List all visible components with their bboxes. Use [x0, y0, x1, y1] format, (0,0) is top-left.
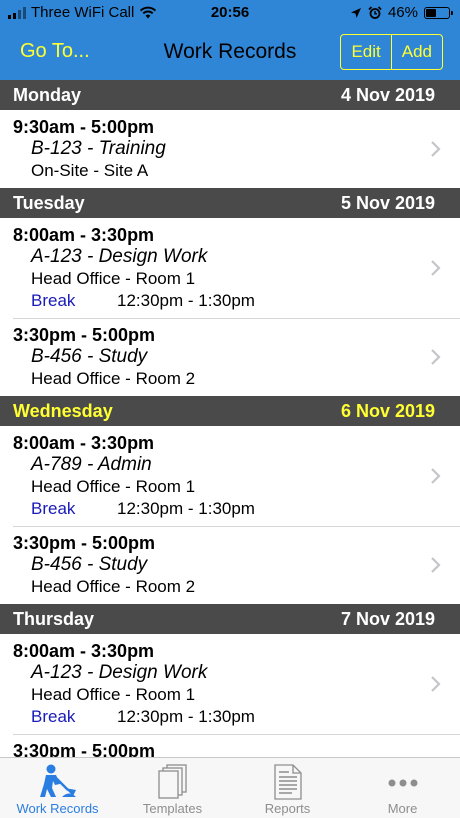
day-date: 6 Nov 2019: [340, 400, 435, 421]
day-header: Tuesday 5 Nov 2019: [0, 188, 460, 218]
tab-more[interactable]: More: [345, 758, 460, 818]
work-record-row[interactable]: 3:30pm - 5:00pm B-456 - Study Head Office …: [0, 318, 460, 396]
work-record-row[interactable]: 3:30pm - 5:00pm: [0, 734, 460, 757]
chevron-right-icon: [431, 349, 441, 365]
record-task: A-789 - Admin: [31, 454, 152, 475]
record-time-range: 3:30pm - 5:00pm: [13, 325, 156, 345]
break-time: 12:30pm - 1:30pm: [117, 499, 255, 518]
day-header: Monday 4 Nov 2019: [0, 80, 460, 110]
tab-bar: Work Records Templates Reports More: [0, 757, 460, 818]
record-break: Break 12:30pm - 1:30pm: [13, 706, 410, 728]
record-location: Head Office - Room 1: [31, 685, 196, 704]
record-task: B-123 - Training: [31, 138, 166, 159]
status-bar: Three WiFi Call 20:56 46%: [0, 0, 460, 26]
chevron-right-icon: [431, 260, 441, 276]
break-time: 12:30pm - 1:30pm: [117, 291, 255, 310]
day-name: Monday: [13, 84, 82, 105]
break-label: Break: [31, 707, 76, 726]
break-label: Break: [31, 291, 76, 310]
record-time-range: 8:00am - 3:30pm: [13, 433, 155, 453]
record-break: Break 12:30pm - 1:30pm: [13, 290, 410, 312]
worker-digging-icon: [39, 764, 76, 797]
day-name: Tuesday: [13, 192, 85, 213]
tab-work-records[interactable]: Work Records: [0, 758, 115, 818]
work-records-list[interactable]: Monday 4 Nov 2019 9:30am - 5:00pm B-123 - T…: [0, 80, 460, 757]
more-dots-icon: [388, 779, 417, 787]
day-date: 7 Nov 2019: [340, 608, 435, 629]
work-record-row[interactable]: 9:30am - 5:00pm B-123 - Training On-Site -…: [0, 110, 460, 188]
record-time-range: 8:00am - 3:30pm: [13, 225, 155, 245]
battery-percent: 46%: [387, 4, 418, 21]
record-task: A-123 - Design Work: [31, 246, 208, 267]
chevron-right-icon: [431, 141, 441, 157]
report-document-icon: [273, 764, 302, 800]
day-date: 5 Nov 2019: [340, 192, 435, 213]
chevron-right-icon: [431, 676, 441, 692]
record-time-range: 3:30pm - 5:00pm: [13, 533, 156, 553]
day-name: Wednesday: [13, 400, 113, 421]
templates-stack-icon: [157, 764, 187, 799]
record-task: B-456 - Study: [31, 346, 148, 367]
record-location: Head Office - Room 2: [31, 577, 196, 596]
record-task: A-123 - Design Work: [31, 662, 208, 683]
navigation-bar: Go To... Work Records Edit Add: [0, 26, 460, 80]
battery-icon: [424, 6, 453, 19]
record-break: Break 12:30pm - 1:30pm: [13, 498, 410, 520]
chevron-right-icon: [431, 468, 441, 484]
edit-add-segmented-control: Edit Add: [340, 34, 443, 70]
record-time-range: 9:30am - 5:00pm: [13, 117, 155, 137]
record-time-range: 8:00am - 3:30pm: [13, 641, 155, 661]
day-date: 4 Nov 2019: [340, 84, 435, 105]
day-header: Thursday 7 Nov 2019: [0, 604, 460, 634]
record-location: Head Office - Room 1: [31, 477, 196, 496]
chevron-right-icon: [431, 557, 441, 573]
edit-button[interactable]: Edit: [341, 35, 390, 69]
work-record-row[interactable]: 8:00am - 3:30pm A-123 - Design Work Head O…: [0, 634, 460, 734]
record-task: B-456 - Study: [31, 554, 148, 575]
day-name: Thursday: [13, 608, 95, 629]
add-button[interactable]: Add: [390, 35, 442, 69]
tab-templates[interactable]: Templates: [115, 758, 230, 818]
break-time: 12:30pm - 1:30pm: [117, 707, 255, 726]
record-location: On-Site - Site A: [31, 161, 149, 180]
tab-label: Work Records: [16, 801, 99, 816]
work-record-row[interactable]: 8:00am - 3:30pm A-123 - Design Work Head O…: [0, 218, 460, 318]
work-record-row[interactable]: 8:00am - 3:30pm A-789 - Admin Head Office …: [0, 426, 460, 526]
day-header: Wednesday 6 Nov 2019: [0, 396, 460, 426]
record-location: Head Office - Room 1: [31, 269, 196, 288]
record-location: Head Office - Room 2: [31, 369, 196, 388]
tab-reports[interactable]: Reports: [230, 758, 345, 818]
location-arrow-icon: [350, 7, 361, 18]
tab-label: Templates: [142, 801, 203, 816]
tab-label: More: [387, 801, 418, 816]
tab-label: Reports: [264, 801, 311, 816]
break-label: Break: [31, 499, 76, 518]
work-record-row[interactable]: 3:30pm - 5:00pm B-456 - Study Head Office …: [0, 526, 460, 604]
alarm-clock-icon: [368, 5, 382, 19]
record-time-range: 3:30pm - 5:00pm: [13, 741, 156, 757]
